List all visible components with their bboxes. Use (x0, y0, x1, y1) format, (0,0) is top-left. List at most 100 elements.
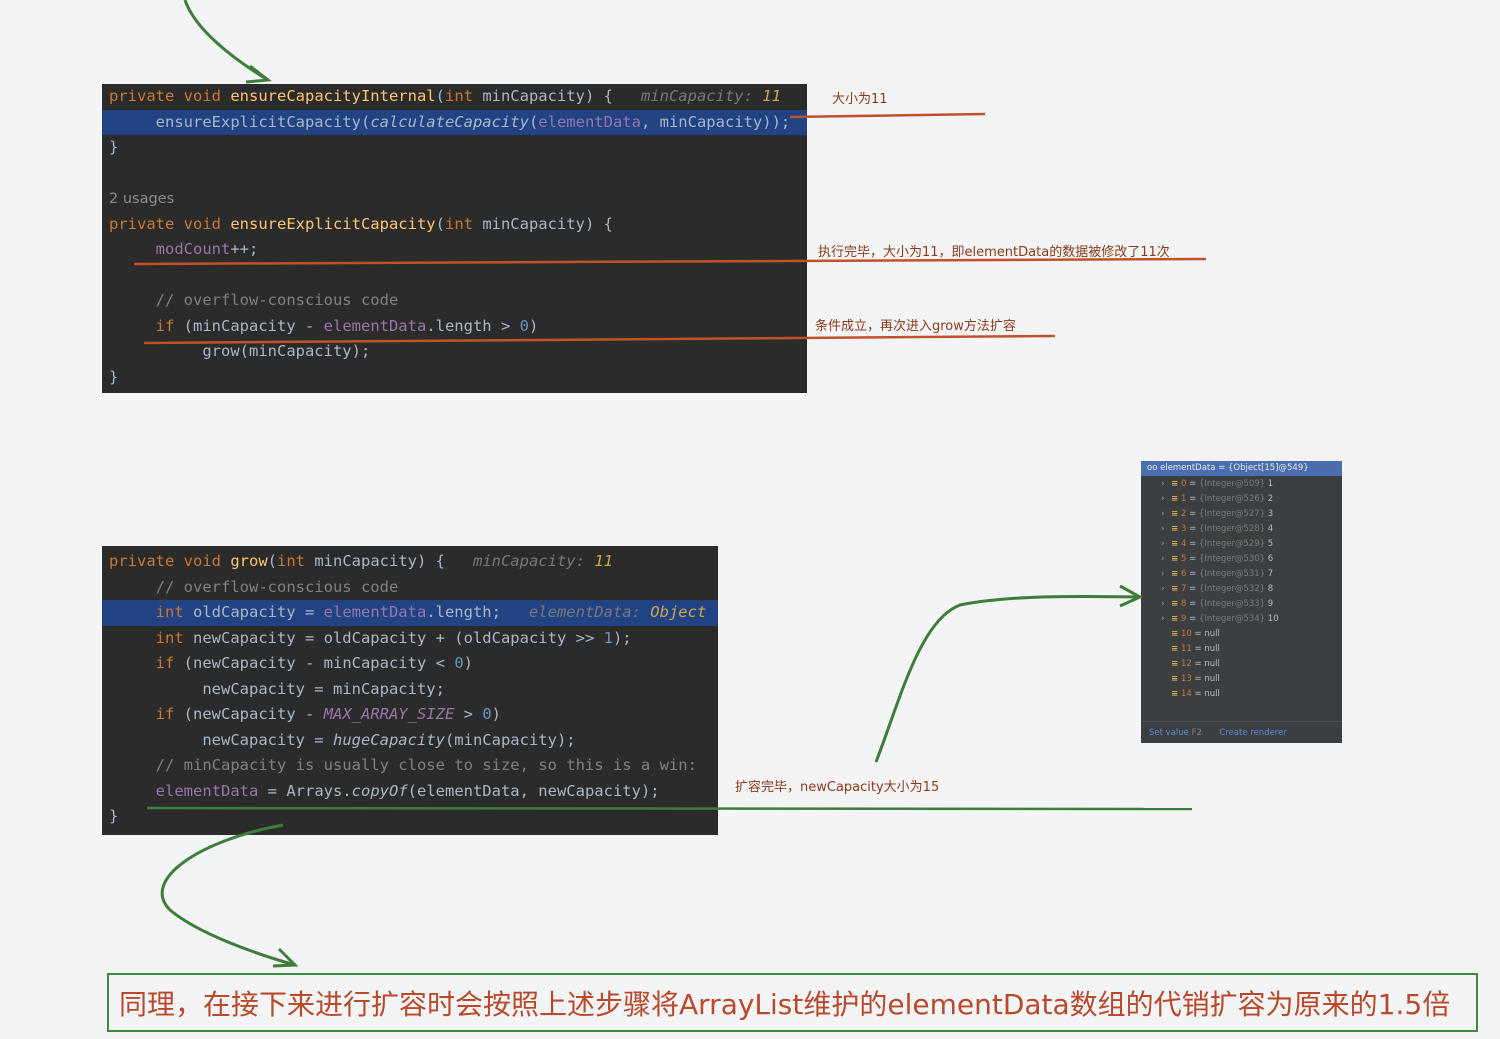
array-element-icon: ≡ (1171, 614, 1179, 624)
array-element-icon: ≡ (1171, 659, 1179, 669)
debugger-array-item[interactable]: › ≡ 6 = {Integer@531} 7 (1161, 567, 1273, 582)
chevron-right-icon[interactable]: › (1161, 567, 1171, 582)
item-index: 14 (1181, 689, 1192, 699)
code-line-highlighted: int oldCapacity = elementData.length; el… (102, 600, 718, 626)
chevron-right-icon[interactable]: › (1161, 492, 1171, 507)
code-line: elementData = Arrays.copyOf(elementData,… (155, 781, 660, 800)
item-index: 13 (1181, 674, 1192, 684)
annotation-new-capacity: 扩容完毕，newCapacity大小为15 (735, 780, 940, 795)
code-line: private void grow(int minCapacity) { min… (109, 552, 613, 570)
debugger-footer: Set value F2 Create renderer (1141, 721, 1342, 743)
code-line: if (newCapacity - minCapacity < 0) (155, 654, 473, 672)
chevron-right-icon[interactable]: › (1161, 537, 1171, 552)
code-line-highlighted: ensureExplicitCapacity(calculateCapacity… (102, 109, 807, 135)
debugger-array-item[interactable]: › ≡ 4 = {Integer@529} 5 (1161, 537, 1273, 552)
arrow-to-debugger-head (1119, 584, 1144, 608)
debugger-array-item[interactable]: › ≡ 9 = {Integer@534} 10 (1161, 612, 1279, 627)
code-line: private void ensureExplicitCapacity(int … (109, 214, 613, 233)
item-reference: {Integer@527} (1198, 509, 1266, 519)
array-element-icon: ≡ (1171, 479, 1179, 489)
item-reference: {Integer@529} (1198, 539, 1266, 549)
array-element-icon: ≡ (1171, 599, 1179, 609)
shortcut-key: F2 (1191, 728, 1202, 738)
create-renderer-link[interactable]: Create renderer (1219, 728, 1287, 738)
code-line: if (minCapacity - elementData.length > 0… (155, 316, 539, 335)
item-value: 6 (1267, 554, 1274, 564)
code-block-ensure-capacity: private void ensureCapacityInternal(int … (102, 84, 807, 393)
inline-hint-value: 11 (762, 87, 781, 105)
item-index: 11 (1181, 644, 1192, 654)
chevron-right-icon[interactable]: › (1161, 507, 1171, 522)
code-line: // overflow-conscious code (155, 291, 399, 309)
arrow-top (183, 0, 269, 82)
summary-note-text: 同理，在接下来进行扩容时会按照上述步骤将ArrayList维护的elementD… (119, 988, 1451, 1021)
code-line: grow(minCapacity); (202, 342, 371, 360)
item-value: null (1204, 689, 1220, 699)
code-line: // minCapacity is usually close to size,… (155, 756, 697, 774)
arrow-to-debugger (874, 594, 1141, 763)
inline-hint: minCapacity: (640, 87, 763, 105)
arrow-bottom-head (272, 947, 299, 968)
inline-hint-value: 11 (594, 552, 613, 570)
debugger-root-node[interactable]: oo elementData = {Object[15]@549} (1141, 461, 1342, 476)
usages-label[interactable]: 2 usages (102, 186, 807, 212)
item-reference: {Integer@509} (1198, 479, 1266, 489)
code-block-grow: private void grow(int minCapacity) { min… (102, 546, 718, 835)
debugger-array-item[interactable]: › ≡ 8 = {Integer@533} 9 (1161, 597, 1273, 612)
chevron-right-icon[interactable]: › (1161, 522, 1171, 537)
code-line: int newCapacity = oldCapacity + (oldCapa… (155, 628, 632, 647)
item-value: 4 (1267, 524, 1274, 534)
item-reference: {Integer@528} (1198, 524, 1266, 534)
debugger-variables-panel[interactable]: oo elementData = {Object[15]@549} › ≡ 0 = … (1141, 461, 1342, 743)
code-line: newCapacity = hugeCapacity(minCapacity); (202, 730, 576, 749)
item-value: 8 (1267, 584, 1274, 594)
debugger-array-item[interactable]: › ≡ 0 = {Integer@509} 1 (1161, 477, 1273, 492)
annotation-size-11: 大小为11 (832, 92, 888, 107)
code-line: newCapacity = minCapacity; (202, 679, 445, 698)
debugger-array-item[interactable]: › ≡ 2 = {Integer@527} 3 (1161, 507, 1273, 522)
item-value: 1 (1267, 479, 1274, 489)
array-element-icon: ≡ (1171, 629, 1179, 639)
item-value: 5 (1267, 539, 1274, 549)
array-element-icon: ≡ (1171, 494, 1179, 504)
code-line: } (109, 807, 119, 825)
chevron-right-icon[interactable]: › (1161, 477, 1171, 492)
item-reference: {Integer@530} (1198, 554, 1266, 564)
summary-note-box: 同理，在接下来进行扩容时会按照上述步骤将ArrayList维护的elementD… (107, 973, 1478, 1032)
array-element-icon: ≡ (1171, 509, 1179, 519)
debugger-array-item[interactable]: ≡ 12 = null (1161, 657, 1220, 672)
inline-hint: minCapacity: (472, 552, 595, 570)
debugger-array-item[interactable]: › ≡ 7 = {Integer@532} 8 (1161, 582, 1273, 597)
chevron-right-icon[interactable]: › (1161, 597, 1171, 612)
debugger-array-item[interactable]: › ≡ 1 = {Integer@526} 2 (1161, 492, 1273, 507)
set-value-link[interactable]: Set value (1149, 728, 1189, 738)
debugger-array-item[interactable]: ≡ 10 = null (1161, 627, 1220, 642)
item-index: 10 (1181, 629, 1192, 639)
debugger-array-item[interactable]: ≡ 13 = null (1161, 672, 1220, 687)
chevron-right-icon[interactable]: › (1161, 612, 1171, 627)
chevron-right-icon[interactable]: › (1161, 582, 1171, 597)
debugger-array-item[interactable]: › ≡ 3 = {Integer@528} 4 (1161, 522, 1273, 537)
item-value: null (1204, 659, 1220, 669)
item-reference: {Integer@532} (1198, 584, 1266, 594)
code-line: // overflow-conscious code (155, 577, 399, 596)
annotation-condition: 条件成立，再次进入grow方法扩容 (815, 319, 1016, 334)
item-value: 9 (1267, 599, 1274, 609)
debugger-array-item[interactable]: › ≡ 5 = {Integer@530} 6 (1161, 552, 1273, 567)
code-line: } (109, 138, 119, 156)
code-line: modCount++; (155, 240, 259, 258)
debugger-array-item[interactable]: ≡ 14 = null (1161, 687, 1220, 702)
item-reference: {Integer@526} (1198, 494, 1266, 504)
item-reference: {Integer@533} (1198, 599, 1266, 609)
inline-hint: elementData: (528, 603, 651, 621)
item-value: null (1204, 629, 1220, 639)
annotation-modcount: 执行完毕，大小为11，即elementData的数据被修改了11次 (818, 245, 1170, 260)
arrow-top-head (245, 64, 272, 84)
array-element-icon: ≡ (1171, 674, 1179, 684)
chevron-right-icon[interactable]: › (1161, 552, 1171, 567)
array-element-icon: ≡ (1171, 584, 1179, 594)
item-reference: {Integer@534} (1198, 614, 1266, 624)
debugger-array-item[interactable]: ≡ 11 = null (1161, 642, 1220, 657)
item-value: 7 (1267, 569, 1274, 579)
item-value: 2 (1267, 494, 1274, 504)
